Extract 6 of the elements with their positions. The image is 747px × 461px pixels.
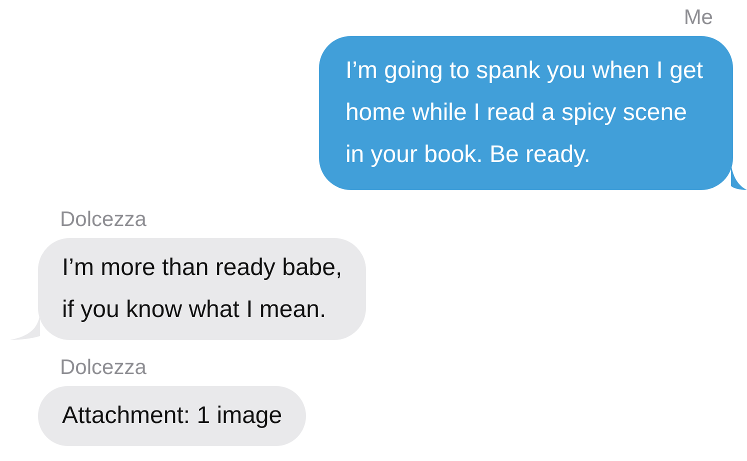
sender-name: Me (684, 6, 713, 30)
message-bubble: I’m going to spank you when I get home while I read a spicy scene in your book. Be ready. (319, 36, 733, 190)
sender-name: Dolcezza (60, 208, 146, 232)
message-bubble: I’m more than ready babe, if you know what I mean. (38, 238, 366, 340)
message-bubble: Attachment: 1 image (38, 386, 306, 446)
sender-name: Dolcezza (60, 356, 146, 380)
